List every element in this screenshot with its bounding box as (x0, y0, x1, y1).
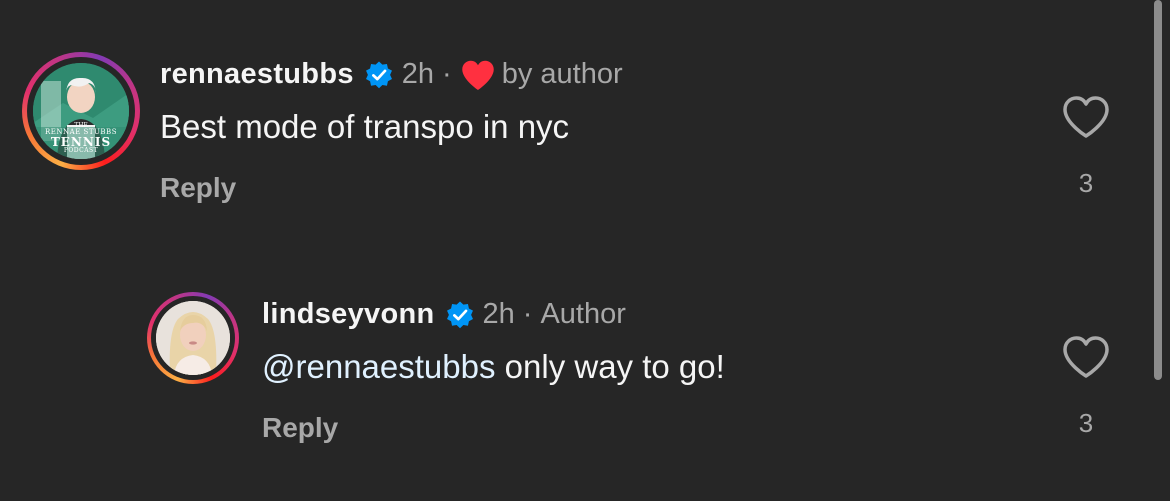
avatar-text: THE RENNAE STUBBS TENNIS PODCAST (33, 123, 129, 154)
comment-header: lindseyvonn 2h · Author (262, 298, 626, 331)
avatar-text-line: PODCAST (63, 147, 99, 154)
avatar-gap: THE RENNAE STUBBS TENNIS PODCAST (27, 57, 135, 165)
like-count: 3 (1078, 408, 1094, 438)
verified-badge-icon (365, 61, 392, 88)
verified-badge-icon (446, 301, 473, 328)
comment-text: Best mode of transpo in nyc (160, 108, 569, 146)
comment-item: THE RENNAE STUBBS TENNIS PODCAST rennaes… (0, 0, 1150, 203)
avatar (156, 301, 230, 375)
reply-button[interactable]: Reply (262, 412, 338, 444)
scrollbar[interactable] (1154, 0, 1162, 380)
timestamp: 2h (401, 58, 435, 90)
reply-button[interactable]: Reply (160, 172, 236, 204)
comment-header: rennaestubbs 2h · by author (160, 58, 623, 91)
username[interactable]: lindseyvonn (262, 298, 435, 331)
comment-text-content: only way to go! (495, 348, 725, 385)
separator-dot: · (522, 298, 533, 330)
comment-text-content: Best mode of transpo in nyc (160, 108, 570, 145)
separator-dot: · (442, 58, 452, 90)
author-tag: Author (540, 298, 626, 330)
avatar-portrait (156, 301, 230, 375)
comment-text: @rennaestubbs only way to go! (262, 348, 725, 386)
heart-outline-icon[interactable] (1061, 334, 1111, 380)
liked-by-author-heart-icon (461, 60, 494, 90)
avatar-story-ring[interactable]: THE RENNAE STUBBS TENNIS PODCAST (22, 52, 140, 170)
avatar-story-ring[interactable] (147, 292, 239, 384)
username[interactable]: rennaestubbs (160, 58, 354, 91)
avatar-gap (151, 296, 235, 380)
avatar: THE RENNAE STUBBS TENNIS PODCAST (33, 63, 129, 159)
like-count: 3 (1078, 168, 1094, 198)
timestamp: 2h (482, 298, 515, 330)
mention-link[interactable]: @rennaestubbs (262, 348, 495, 385)
reply-comment-item: lindseyvonn 2h · Author @rennaestubbs on… (0, 240, 1150, 443)
author-tag: by author (501, 58, 623, 90)
heart-outline-icon[interactable] (1061, 94, 1111, 140)
